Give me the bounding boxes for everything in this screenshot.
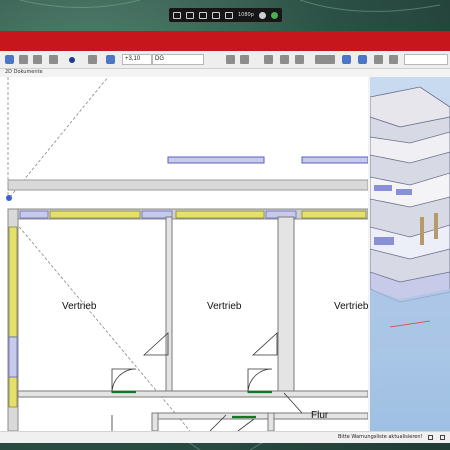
door-3d xyxy=(420,217,424,245)
align-icon[interactable] xyxy=(226,55,235,64)
wall-opening xyxy=(19,210,49,219)
storey-select[interactable]: DG xyxy=(152,54,204,65)
screen-icon[interactable] xyxy=(199,11,207,19)
snap-marker xyxy=(6,195,12,201)
corridor-wall xyxy=(151,412,159,431)
window xyxy=(49,210,141,219)
zoom-out-icon[interactable] xyxy=(33,55,42,64)
resolution-label: 1080p xyxy=(238,12,254,18)
view-icon[interactable] xyxy=(342,55,351,64)
door-swing xyxy=(251,332,278,356)
room-label: Vertrieb xyxy=(62,301,97,312)
render-icon[interactable] xyxy=(374,55,383,64)
construction-line xyxy=(9,77,109,198)
tab-2d-documents[interactable]: 2D Dokumente xyxy=(5,69,43,75)
magic-tool-icon[interactable] xyxy=(264,55,273,64)
window xyxy=(8,376,18,408)
roof-edge xyxy=(301,156,368,164)
room-label: Flur xyxy=(311,410,329,421)
interior-wall xyxy=(165,216,173,394)
room-label: Vertrieb xyxy=(207,301,242,312)
document-tabs: 2D Dokumente xyxy=(0,69,370,77)
record-icon[interactable] xyxy=(173,11,181,19)
floor-plan-view[interactable]: Vertrieb Vertrieb Vertrieb Flur xyxy=(0,77,368,431)
list-icon[interactable] xyxy=(240,55,249,64)
window xyxy=(8,226,18,338)
layer-icon[interactable] xyxy=(106,55,115,64)
wall-tool-icon[interactable] xyxy=(315,55,335,64)
refresh-icon[interactable] xyxy=(428,435,433,440)
construction-line xyxy=(15,222,191,431)
window-3d xyxy=(374,237,394,245)
door-swing xyxy=(142,332,169,356)
window xyxy=(301,210,367,219)
corridor-wall xyxy=(267,412,275,431)
settings-icon[interactable] xyxy=(440,435,445,440)
ground-plane xyxy=(370,289,450,347)
door-3d xyxy=(434,213,438,239)
wall-opening xyxy=(8,336,18,378)
settings-icon[interactable] xyxy=(258,11,266,19)
status-bar: Bitte Warnungsliste aktualisieren! xyxy=(0,431,450,443)
cross-icon[interactable] xyxy=(295,55,304,64)
room-label: Vertrieb xyxy=(334,301,368,312)
door-swing xyxy=(237,418,255,431)
window-3d xyxy=(374,185,392,191)
zoom-in-icon[interactable] xyxy=(19,55,28,64)
grid-icon[interactable] xyxy=(88,55,97,64)
window-tool-icon[interactable] xyxy=(5,55,14,64)
window-3d xyxy=(396,189,412,195)
check-icon[interactable] xyxy=(270,11,278,19)
pause-icon[interactable] xyxy=(225,11,233,19)
view-select[interactable] xyxy=(404,54,448,65)
mic-icon[interactable] xyxy=(212,11,220,19)
corridor-wall xyxy=(17,390,368,398)
cad-application-window: +3,10 DG 2D Dokumente Vertrieb Vertrieb … xyxy=(0,31,450,443)
window xyxy=(175,210,265,219)
screen-capture-bar: 1080p xyxy=(169,8,282,22)
status-message: Bitte Warnungsliste aktualisieren! xyxy=(338,434,423,440)
main-toolbar: +3,10 DG xyxy=(0,51,450,69)
3d-viewport[interactable] xyxy=(370,77,450,431)
door-swing xyxy=(111,368,137,394)
interior-wall xyxy=(277,216,295,394)
elevation-field[interactable]: +3,10 xyxy=(122,54,152,65)
view-3d-icon[interactable] xyxy=(358,55,367,64)
title-bar xyxy=(0,31,450,51)
corridor-wall xyxy=(151,412,368,420)
camera-icon[interactable] xyxy=(186,11,194,19)
measure-icon[interactable] xyxy=(280,55,289,64)
exterior-wall xyxy=(7,179,368,191)
door-swing xyxy=(247,368,273,394)
shade-icon[interactable] xyxy=(389,55,398,64)
pan-icon[interactable] xyxy=(49,55,58,64)
roof-edge xyxy=(167,156,265,164)
snap-point-icon[interactable] xyxy=(69,57,75,63)
